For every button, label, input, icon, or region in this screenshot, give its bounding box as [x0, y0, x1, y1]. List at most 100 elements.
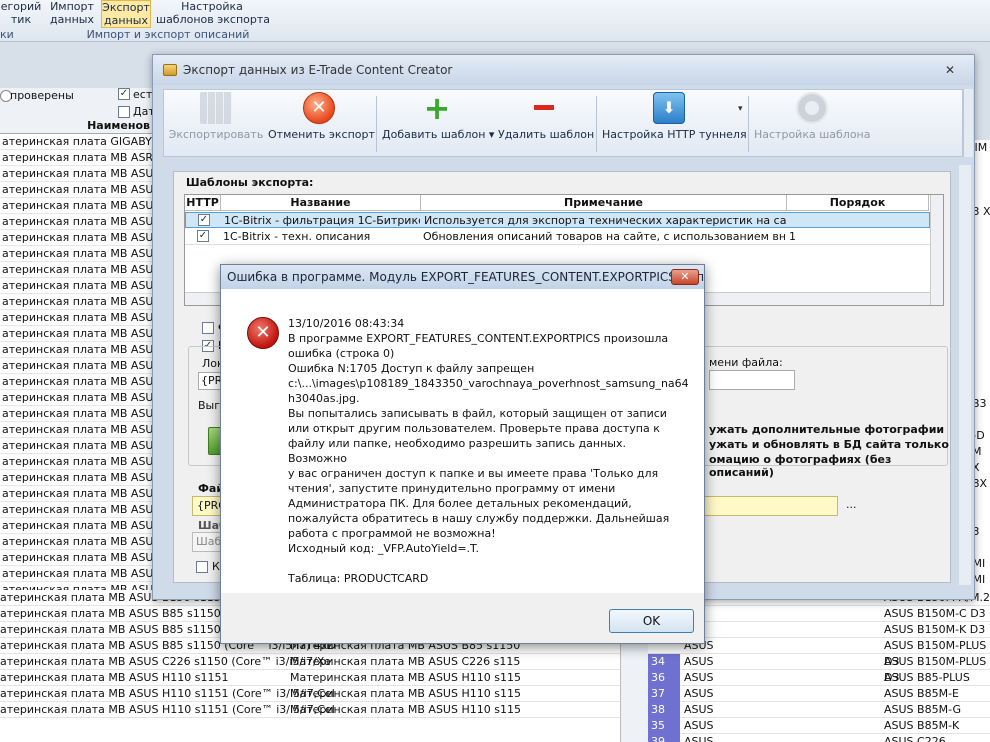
table-row[interactable]: атеринская плата MB ASUS B1 — [0, 390, 152, 406]
table-row[interactable]: атеринская плата MB ASUS B1 — [0, 550, 152, 566]
table-row[interactable]: атеринская плата MB ASUS AM — [0, 198, 152, 214]
template-settings-button[interactable]: Настройка шаблона — [754, 90, 871, 156]
table-row[interactable]: атеринская плата MB ASUS H110 s1151 Матер… — [0, 670, 620, 686]
cell-name-full: Материнская плата MB ASUS H110 s115 — [290, 687, 521, 700]
templates-scrollbar[interactable] — [930, 195, 943, 305]
window-scrollbar[interactable] — [959, 165, 971, 585]
export-button[interactable]: Экспортировать — [168, 90, 264, 156]
table-row[interactable]: атеринская плата MB ASUS H110 s1151 (Cor… — [0, 686, 620, 702]
close-icon[interactable]: ✕ — [671, 269, 699, 285]
table-row[interactable]: атеринская плата MB ASUS B1 — [0, 534, 152, 550]
add-template-button[interactable]: + Добавить шаблон ▾ — [382, 89, 494, 156]
table-row[interactable]: атеринская плата MB ASUS B1 — [0, 422, 152, 438]
table-row[interactable]: атеринская плата MB ASUS B1 — [0, 486, 152, 502]
col-name[interactable]: Название — [221, 195, 421, 211]
error-message-line: Исходный код: _VFP.AutoYield=.T. — [288, 542, 479, 555]
file-name-field[interactable] — [709, 370, 795, 390]
table-row[interactable]: атеринская плата MB ASUS B1 — [0, 438, 152, 454]
table-row[interactable]: атеринская плата MB ASUS AM — [0, 342, 152, 358]
window-app-icon — [163, 64, 177, 76]
table-row[interactable]: атеринская плата MB ASUS B1 — [0, 470, 152, 486]
http-checkbox[interactable]: ✓ — [197, 230, 209, 242]
col-http[interactable]: HTTP — [185, 195, 221, 211]
cell-model: ASUS C226 — [884, 735, 946, 742]
table-row[interactable]: атеринская плата MB ASUS AM — [0, 358, 152, 374]
table-row[interactable]: атеринская плата MB ASUS AM — [0, 326, 152, 342]
table-row[interactable]: атеринская плата MB ASUS C226 s1150 (Cor… — [0, 654, 620, 670]
table-row[interactable]: атеринская плата MB ASUS AM — [0, 230, 152, 246]
toolbar-scroll[interactable] — [963, 89, 973, 157]
error-message: 13/10/2016 08:43:34 В программе EXPORT_FE… — [288, 316, 689, 586]
table-row[interactable]: 35 ASUS ASUS B85M-K — [648, 718, 990, 734]
plus-icon: + — [423, 89, 451, 127]
http-tunnel-button[interactable]: ⬇ Настройка HTTP туннеля — [602, 90, 747, 156]
window-close-icon[interactable]: ✕ — [943, 63, 957, 77]
error-message-line: c:\...\images\p108189_1843350_varochnaya… — [288, 377, 689, 390]
table-row[interactable]: атеринская плата MB ASUS B1 — [0, 454, 152, 470]
toolbar: Экспортировать ✕ Отменить экспорт + Доба… — [163, 89, 963, 157]
table-row[interactable]: атеринская плата MB ASUS H110 s1151 (Cor… — [0, 702, 620, 718]
network-icon: ⬇ — [653, 92, 685, 124]
checkbox-f[interactable] — [202, 322, 214, 334]
cell-brand: ASUS — [684, 671, 714, 684]
template-order: 1 — [789, 230, 796, 243]
table-row[interactable]: атеринская плата MB ASUS B1 — [0, 566, 152, 582]
ribbon-item-categories[interactable]: егорий тик — [0, 0, 42, 28]
table-row[interactable]: атеринская плата MB ASUS B1 — [0, 406, 152, 422]
checkbox-k[interactable] — [196, 561, 208, 573]
column-header-name[interactable]: Наименов — [0, 118, 152, 134]
table-row[interactable]: атеринская плата MB ASUS B1 — [0, 502, 152, 518]
error-message-line: пожалуйста обратитесь в нашу службу подд… — [288, 512, 670, 525]
table-row[interactable]: атеринская плата MB ASRock 1 — [0, 150, 152, 166]
cell-name: атеринская плата MB ASUS H110 s1151 (Cor… — [0, 687, 335, 700]
col-order[interactable]: Порядок — [787, 195, 929, 211]
ribbon-item-import[interactable]: Импорт данных — [48, 0, 96, 28]
cancel-export-button[interactable]: ✕ Отменить экспорт — [268, 90, 375, 156]
ribbon-item-template-settings[interactable]: Настройка шаблонов экспорта — [156, 0, 270, 28]
checkbox-est[interactable]: ✓ — [118, 88, 130, 100]
template-name: 1С-Bitrix - фильтрация 1С-Битрикс — [224, 214, 420, 227]
table-row[interactable]: атеринская плата MB ASUS AM — [0, 262, 152, 278]
table-row[interactable]: 37 ASUS ASUS B85M-E — [648, 686, 990, 702]
error-icon: ✕ — [247, 317, 279, 349]
col-note[interactable]: Примечание — [421, 195, 787, 211]
cell-brand: ASUS — [684, 687, 714, 700]
table-row[interactable]: атеринская плата MB ASUS AM — [0, 374, 152, 390]
table-row[interactable]: атеринская плата MB ASUS AM — [0, 182, 152, 198]
table-row[interactable]: атеринская плата GIGABYTE G — [0, 134, 152, 150]
delete-template-button[interactable]: Удалить шаблон — [498, 90, 594, 156]
table-row[interactable]: 38 ASUS ASUS B85M-G — [648, 702, 990, 718]
template-row[interactable]: ✓ 1С-Bitrix - техн. описания Обновления … — [185, 229, 930, 245]
error-message-line — [288, 556, 683, 571]
table-row[interactable]: атеринская плата MB ASUS AM — [0, 214, 152, 230]
export-window-title: Экспорт данных из E-Trade Content Creato… — [153, 55, 974, 85]
cell-model: ASUS B85M-E — [884, 687, 959, 700]
table-row[interactable]: атеринская плата MB ASUS AM — [0, 278, 152, 294]
ok-button[interactable]: OK — [609, 609, 694, 633]
cell-model: ASUS B150M-K D3 — [884, 623, 986, 636]
table-row[interactable]: 34 ASUS ASUS B150M-PLUS D3 — [648, 654, 990, 684]
checkbox-date[interactable] — [118, 106, 130, 118]
template-name: 1С-Bitrix - техн. описания — [223, 230, 371, 243]
cancel-icon: ✕ — [303, 92, 335, 124]
table-row[interactable]: атеринская плата MB ASUS B1 — [0, 518, 152, 534]
error-message-line: ошибка (строка 0) — [288, 347, 395, 360]
error-message-line: В программе EXPORT_FEATURES_CONTENT.EXPO… — [288, 332, 669, 345]
browse-button[interactable]: ... — [846, 498, 857, 511]
table-row[interactable]: 39 ASUS ASUS C226 — [648, 734, 990, 742]
template-row[interactable]: ✓ 1С-Bitrix - фильтрация 1С-Битрикс Испо… — [185, 212, 930, 228]
cell-brand: ASUS — [684, 719, 714, 732]
table-row[interactable]: атеринская плата MB ASUS AM — [0, 294, 152, 310]
table-row[interactable]: атеринская плата MB ASUS AM — [0, 166, 152, 182]
error-dialog-body: ✕ 13/10/2016 08:43:34 В программе EXPORT_… — [221, 289, 704, 593]
row-number: 36 — [648, 670, 680, 686]
table-row[interactable]: атеринская плата MB ASUS AM — [0, 310, 152, 326]
table-icon — [200, 92, 232, 124]
error-message-line: у вас ограничен доступ к папке и вы имее… — [288, 467, 659, 480]
table-row[interactable]: атеринская плата MB ASUS AM — [0, 246, 152, 262]
error-dialog: Ошибка в программе. Модуль EXPORT_FEATUR… — [220, 264, 705, 644]
http-checkbox[interactable]: ✓ — [198, 214, 210, 226]
http-tunnel-dropdown-icon[interactable]: ▾ — [738, 104, 743, 114]
table-row[interactable]: 36 ASUS ASUS B85-PLUS — [648, 670, 990, 686]
ribbon-item-export[interactable]: Экспорт данных — [101, 0, 151, 28]
